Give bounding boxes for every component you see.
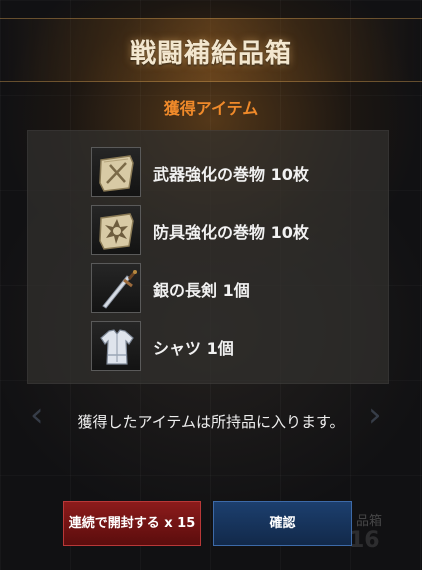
background-box-count: 16 [349,528,380,553]
confirm-button[interactable]: 確認 [213,501,352,546]
list-item: 防具強化の巻物 10枚 [91,205,351,255]
dialog-title: 戦闘補給品箱 [129,39,292,69]
item-label: シャツ 1個 [153,339,234,358]
supply-box-dialog: 戦闘補給品箱 獲得アイテム ‹ › 武器強化の巻物 10枚 防具強化の巻物 10… [0,0,422,570]
weapon-scroll-icon [91,147,141,197]
item-label: 武器強化の巻物 10枚 [153,165,309,184]
acquired-items-heading: 獲得アイテム [163,99,259,118]
item-label: 銀の長剣 1個 [153,281,250,300]
shirt-icon [91,321,141,371]
list-item: 武器強化の巻物 10枚 [91,147,351,197]
background-box-label: 品箱 [356,514,383,529]
silver-longsword-icon [91,263,141,313]
item-label: 防具強化の巻物 10枚 [153,223,309,242]
list-item: 銀の長剣 1個 [91,263,351,313]
item-list-panel: 武器強化の巻物 10枚 防具強化の巻物 10枚 銀の長剣 1個 シャツ 1個 [27,130,389,384]
armor-scroll-icon [91,205,141,255]
list-item: シャツ 1個 [91,321,351,371]
continuous-open-button[interactable]: 連続で開封する x 15 [63,501,201,546]
acquired-message: 獲得したアイテムは所持品に入ります。 [77,413,345,431]
